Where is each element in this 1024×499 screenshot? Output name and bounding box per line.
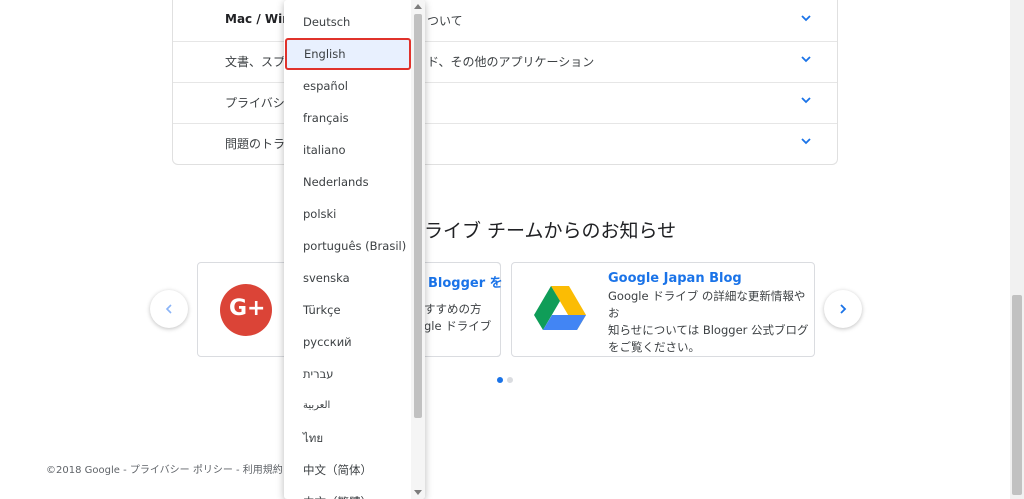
language-option[interactable]: español xyxy=(284,70,411,102)
scroll-down-arrow-icon[interactable] xyxy=(414,490,422,495)
language-option[interactable]: עברית xyxy=(284,358,411,390)
dropdown-scrollbar[interactable] xyxy=(411,0,425,499)
news-heading: ライブ チームからのお知らせ xyxy=(424,220,677,242)
faq-question: 問題のトラ xyxy=(225,137,286,151)
faq-question: 文書、スプ xyxy=(225,55,286,69)
language-option[interactable]: ไทย xyxy=(284,422,411,454)
language-option[interactable]: svenska xyxy=(284,262,411,294)
carousel-pagination xyxy=(497,377,513,383)
faq-accordion: Mac / Wind ついて 文書、スプ ド、その他のアプリケーション プライバ… xyxy=(172,0,838,165)
carousel-next-button[interactable] xyxy=(824,290,862,328)
language-option[interactable]: français xyxy=(284,102,411,134)
pagination-dot[interactable] xyxy=(507,377,513,383)
language-option[interactable]: polski xyxy=(284,198,411,230)
page-scrollbar[interactable] xyxy=(1010,0,1024,499)
chevron-down-icon[interactable] xyxy=(800,94,812,106)
news-card-blogger[interactable]: Blogger を すすめの方 gle ドライブ xyxy=(420,262,503,357)
google-plus-icon: G+ xyxy=(220,284,272,336)
faq-row-privacy[interactable]: プライバシー xyxy=(173,82,837,124)
language-dropdown[interactable]: Deutsch English español français italian… xyxy=(284,0,425,499)
language-option[interactable]: русский xyxy=(284,326,411,358)
language-option[interactable]: العربية xyxy=(284,390,411,422)
faq-question-tail: ついて xyxy=(427,14,463,28)
scroll-up-arrow-icon[interactable] xyxy=(414,4,422,9)
card-description: すすめの方 gle ドライブ xyxy=(424,302,492,333)
card-description: Google ドライブ の詳細な更新情報やお 知らせについては Blogger … xyxy=(608,289,809,354)
carousel-prev-button[interactable] xyxy=(150,290,188,328)
faq-row-troubleshooting[interactable]: 問題のトラ xyxy=(173,123,837,164)
chevron-down-icon[interactable] xyxy=(800,12,812,24)
faq-row-mac-windows[interactable]: Mac / Wind ついて xyxy=(173,0,837,42)
card-title: Google Japan Blog xyxy=(608,271,742,286)
chevron-down-icon[interactable] xyxy=(800,135,812,147)
dropdown-scrollbar-thumb[interactable] xyxy=(414,14,422,418)
page-scrollbar-thumb[interactable] xyxy=(1012,295,1022,495)
language-option[interactable]: português (Brasil) xyxy=(284,230,411,262)
news-card-google-japan-blog[interactable]: Google Japan Blog Google ドライブ の詳細な更新情報やお… xyxy=(511,262,815,357)
language-option-selected[interactable]: English xyxy=(285,38,411,70)
card-title: Blogger を xyxy=(428,276,503,291)
faq-question-tail: ド、その他のアプリケーション xyxy=(427,55,595,69)
faq-row-documents[interactable]: 文書、スプ ド、その他のアプリケーション xyxy=(173,41,837,83)
chevron-left-icon xyxy=(165,304,172,314)
chevron-right-icon xyxy=(840,304,847,314)
pagination-dot-active[interactable] xyxy=(497,377,503,383)
language-option[interactable]: Türkçe xyxy=(284,294,411,326)
google-drive-icon xyxy=(534,284,586,332)
language-option[interactable]: Deutsch xyxy=(284,6,411,38)
language-option[interactable]: Nederlands xyxy=(284,166,411,198)
chevron-down-icon[interactable] xyxy=(800,53,812,65)
language-option[interactable]: 中文（繁體） xyxy=(284,486,411,499)
language-option[interactable]: 中文（简体） xyxy=(284,454,411,486)
footer-links[interactable]: ©2018 Google - プライバシー ポリシー - 利用規約 xyxy=(46,461,283,476)
language-option[interactable]: italiano xyxy=(284,134,411,166)
